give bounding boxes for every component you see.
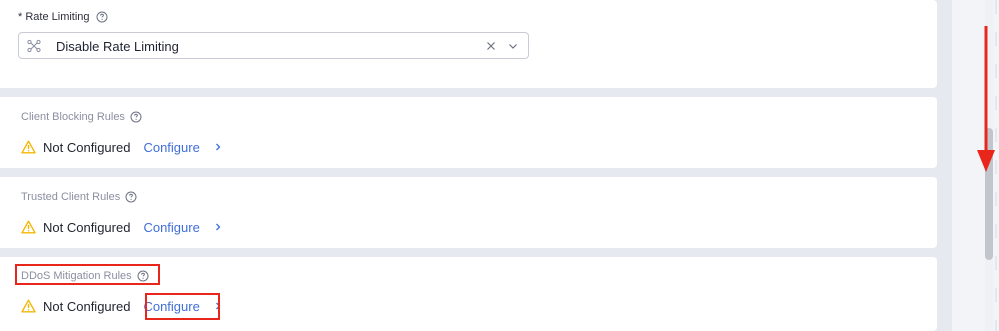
trusted-client-configure-link[interactable]: Configure [143,220,199,235]
client-blocking-status: Not Configured [43,139,131,155]
rate-limiting-card: * Rate Limiting Disable Rate Limiting [0,0,937,88]
trusted-client-title-row: Trusted Client Rules [21,191,137,203]
help-icon[interactable] [130,111,142,123]
trusted-client-status-row: Not Configured Configure [21,218,222,236]
client-blocking-title: Client Blocking Rules [21,111,125,123]
client-blocking-status-row: Not Configured Configure [21,138,222,156]
warning-triangle-icon [21,299,36,313]
scroll-down-arrow-annotation [977,26,995,172]
rate-limiting-label: * Rate Limiting [18,11,90,23]
ddos-mitigation-status: Not Configured [43,298,131,314]
client-blocking-card: Client Blocking Rules Not Configured Con… [0,97,937,168]
trusted-client-card: Trusted Client Rules Not Configured Conf… [0,177,937,248]
warning-triangle-icon [21,220,36,234]
chevron-right-icon[interactable] [214,222,222,232]
ddos-configure-highlight-box [145,293,220,320]
client-blocking-configure-link[interactable]: Configure [143,140,199,155]
rate-limiting-selected-value: Disable Rate Limiting [56,39,179,54]
help-icon[interactable] [125,191,137,203]
ddos-title-highlight-box [15,264,160,285]
trusted-client-status: Not Configured [43,219,131,235]
clear-icon[interactable] [486,41,496,51]
trusted-client-title: Trusted Client Rules [21,191,121,203]
screenshot-stage: * Rate Limiting Disable Rate Limiting Cl… [0,0,999,331]
chevron-down-icon[interactable] [508,41,518,51]
warning-triangle-icon [21,140,36,154]
network-icon [27,39,41,53]
rate-limiting-field-label: * Rate Limiting [18,11,108,23]
client-blocking-title-row: Client Blocking Rules [21,111,142,123]
chevron-right-icon[interactable] [214,142,222,152]
rate-limiting-select[interactable]: Disable Rate Limiting [18,32,529,59]
help-icon[interactable] [96,11,108,23]
